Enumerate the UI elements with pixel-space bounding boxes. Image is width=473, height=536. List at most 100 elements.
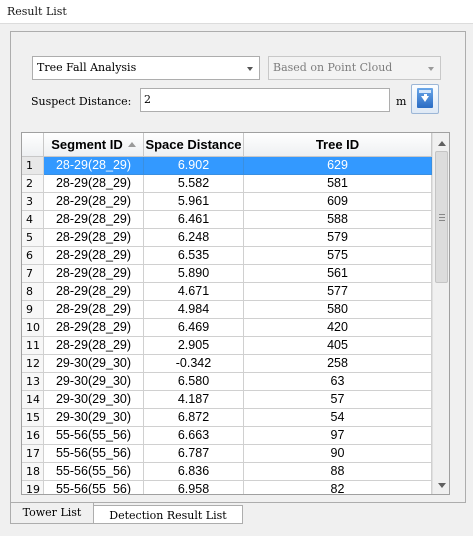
space-distance-cell[interactable]: 6.872 [144,409,244,427]
export-button[interactable] [411,84,439,114]
row-number[interactable]: 5 [22,229,44,247]
space-distance-cell[interactable]: 6.663 [144,427,244,445]
space-distance-cell[interactable]: 6.836 [144,463,244,481]
table-row[interactable]: 10 28-29(28_29) 6.469 420 [22,319,432,337]
row-number[interactable]: 13 [22,373,44,391]
row-number[interactable]: 3 [22,193,44,211]
table-row[interactable]: 19 55-56(55_56) 6.958 82 [22,481,432,494]
table-row[interactable]: 9 28-29(28_29) 4.984 580 [22,301,432,319]
row-number[interactable]: 7 [22,265,44,283]
table-row[interactable]: 4 28-29(28_29) 6.461 588 [22,211,432,229]
space-distance-cell[interactable]: 6.958 [144,481,244,494]
space-distance-cell[interactable]: -0.342 [144,355,244,373]
segment-id-cell[interactable]: 29-30(29_30) [44,409,144,427]
row-number[interactable]: 6 [22,247,44,265]
segment-id-cell[interactable]: 28-29(28_29) [44,175,144,193]
tree-id-cell[interactable]: 629 [244,157,432,175]
tree-id-cell[interactable]: 420 [244,319,432,337]
row-number[interactable]: 10 [22,319,44,337]
table-row[interactable]: 15 29-30(29_30) 6.872 54 [22,409,432,427]
tab-detection-result-list[interactable]: Detection Result List [94,505,243,524]
table-row[interactable]: 8 28-29(28_29) 4.671 577 [22,283,432,301]
segment-id-cell[interactable]: 28-29(28_29) [44,193,144,211]
tree-id-cell[interactable]: 82 [244,481,432,494]
table-row[interactable]: 16 55-56(55_56) 6.663 97 [22,427,432,445]
tree-id-cell[interactable]: 579 [244,229,432,247]
segment-id-cell[interactable]: 28-29(28_29) [44,301,144,319]
tree-id-cell[interactable]: 88 [244,463,432,481]
space-distance-cell[interactable]: 2.905 [144,337,244,355]
suspect-distance-input[interactable]: 2 [140,88,390,112]
segment-id-cell[interactable]: 28-29(28_29) [44,211,144,229]
table-row[interactable]: 17 55-56(55_56) 6.787 90 [22,445,432,463]
tree-id-cell[interactable]: 588 [244,211,432,229]
row-number[interactable]: 15 [22,409,44,427]
tree-id-cell[interactable]: 405 [244,337,432,355]
space-distance-cell[interactable]: 4.671 [144,283,244,301]
tree-id-cell[interactable]: 561 [244,265,432,283]
row-number[interactable]: 18 [22,463,44,481]
space-distance-cell[interactable]: 6.469 [144,319,244,337]
table-row[interactable]: 2 28-29(28_29) 5.582 581 [22,175,432,193]
table-row[interactable]: 7 28-29(28_29) 5.890 561 [22,265,432,283]
row-number[interactable]: 4 [22,211,44,229]
analysis-type-dropdown[interactable]: Tree Fall Analysis [32,56,260,80]
tree-id-cell[interactable]: 581 [244,175,432,193]
space-distance-cell[interactable]: 6.461 [144,211,244,229]
segment-id-cell[interactable]: 28-29(28_29) [44,247,144,265]
vertical-scrollbar[interactable] [432,133,449,494]
tree-id-cell[interactable]: 97 [244,427,432,445]
segment-id-cell[interactable]: 28-29(28_29) [44,265,144,283]
space-distance-cell[interactable]: 6.902 [144,157,244,175]
table-row[interactable]: 14 29-30(29_30) 4.187 57 [22,391,432,409]
space-distance-cell[interactable]: 4.984 [144,301,244,319]
scroll-down-arrow-icon[interactable] [438,483,446,488]
table-row[interactable]: 18 55-56(55_56) 6.836 88 [22,463,432,481]
row-number[interactable]: 14 [22,391,44,409]
row-number[interactable]: 9 [22,301,44,319]
space-distance-cell[interactable]: 6.248 [144,229,244,247]
segment-id-cell[interactable]: 29-30(29_30) [44,355,144,373]
segment-id-cell[interactable]: 28-29(28_29) [44,157,144,175]
table-row[interactable]: 1 28-29(28_29) 6.902 629 [22,157,432,175]
space-distance-cell[interactable]: 6.535 [144,247,244,265]
row-number[interactable]: 11 [22,337,44,355]
segment-id-cell[interactable]: 55-56(55_56) [44,463,144,481]
tree-id-cell[interactable]: 577 [244,283,432,301]
row-number[interactable]: 8 [22,283,44,301]
space-distance-cell[interactable]: 5.890 [144,265,244,283]
space-distance-cell[interactable]: 6.787 [144,445,244,463]
segment-id-cell[interactable]: 28-29(28_29) [44,229,144,247]
tree-id-cell[interactable]: 63 [244,373,432,391]
tree-id-cell[interactable]: 57 [244,391,432,409]
tree-id-cell[interactable]: 258 [244,355,432,373]
table-row[interactable]: 12 29-30(29_30) -0.342 258 [22,355,432,373]
column-header-space-distance[interactable]: Space Distance [144,133,244,157]
table-row[interactable]: 13 29-30(29_30) 6.580 63 [22,373,432,391]
row-number[interactable]: 17 [22,445,44,463]
tree-id-cell[interactable]: 580 [244,301,432,319]
space-distance-cell[interactable]: 4.187 [144,391,244,409]
row-number[interactable]: 1 [22,157,44,175]
table-row[interactable]: 6 28-29(28_29) 6.535 575 [22,247,432,265]
segment-id-cell[interactable]: 28-29(28_29) [44,319,144,337]
segment-id-cell[interactable]: 28-29(28_29) [44,283,144,301]
segment-id-cell[interactable]: 29-30(29_30) [44,373,144,391]
row-number[interactable]: 16 [22,427,44,445]
column-header-segment-id[interactable]: Segment ID [44,133,144,157]
space-distance-cell[interactable]: 5.961 [144,193,244,211]
tree-id-cell[interactable]: 575 [244,247,432,265]
segment-id-cell[interactable]: 55-56(55_56) [44,481,144,494]
row-number[interactable]: 12 [22,355,44,373]
scroll-up-arrow-icon[interactable] [438,141,446,146]
segment-id-cell[interactable]: 55-56(55_56) [44,445,144,463]
row-number[interactable]: 19 [22,481,44,494]
space-distance-cell[interactable]: 6.580 [144,373,244,391]
segment-id-cell[interactable]: 55-56(55_56) [44,427,144,445]
scrollbar-thumb[interactable] [435,151,448,283]
tab-tower-list[interactable]: Tower List [10,503,94,524]
tree-id-cell[interactable]: 54 [244,409,432,427]
column-header-tree-id[interactable]: Tree ID [244,133,432,157]
space-distance-cell[interactable]: 5.582 [144,175,244,193]
row-number[interactable]: 2 [22,175,44,193]
